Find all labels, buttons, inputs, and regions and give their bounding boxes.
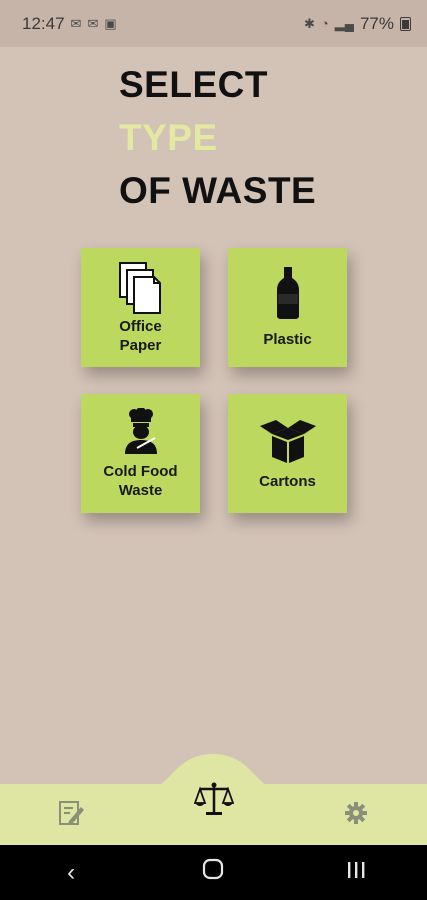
tile-label-line: Cartons (259, 473, 316, 490)
status-left: 12:47 ✉ ✉ ▣ (22, 14, 117, 34)
paper-stack-icon (118, 261, 161, 314)
signal-icon: ▂▄ (334, 15, 354, 31)
bluetooth-icon: ✱ (303, 15, 315, 31)
box-icon (259, 420, 316, 463)
battery-icon (400, 16, 411, 31)
gmail-icon-2: ✉ (87, 15, 99, 31)
tile-label: Office Paper (119, 317, 162, 355)
tile-label-line: Office (119, 317, 162, 335)
page-title: SELECT TYPE OF WASTE (119, 58, 316, 217)
title-line-select: SELECT (119, 64, 268, 105)
scale-icon[interactable] (194, 781, 234, 817)
chef-icon (124, 407, 157, 454)
plastic-bottle-icon (276, 267, 299, 319)
title-line-of-waste: OF WASTE (119, 170, 317, 211)
tile-cartons[interactable]: Cartons (228, 394, 347, 513)
recents-icon (347, 861, 365, 878)
image-icon: ▣ (104, 15, 117, 31)
tile-plastic[interactable]: Plastic (228, 248, 347, 367)
tile-label-line: Plastic (263, 331, 312, 348)
status-bar: 12:47 ✉ ✉ ▣ ✱ ◔ ▂▄ 77% (0, 0, 427, 47)
tile-label-line: Paper (119, 336, 162, 354)
status-time: 12:47 (22, 13, 65, 33)
tile-label: Cartons (259, 472, 316, 491)
tile-label: Plastic (263, 330, 311, 349)
gear-icon[interactable] (344, 801, 368, 825)
system-nav-bar: ‹ (0, 845, 427, 900)
title-line-type: TYPE (119, 117, 218, 158)
tile-label: Cold Food Waste (103, 462, 177, 500)
wifi-icon: ◔ (320, 16, 329, 31)
edit-note-icon[interactable] (57, 799, 85, 827)
tile-office-paper[interactable]: Office Paper (81, 248, 200, 367)
back-button[interactable]: ‹ (51, 859, 91, 887)
home-button[interactable] (193, 858, 233, 887)
home-icon (203, 858, 224, 880)
tile-label-line: Waste (118, 481, 163, 499)
status-right: ✱ ◔ ▂▄ 77% (304, 14, 411, 34)
tile-cold-food-waste[interactable]: Cold Food Waste (81, 394, 200, 513)
recents-button[interactable] (336, 859, 376, 887)
gmail-icon: ✉ (70, 15, 82, 31)
battery-percent: 77% (359, 13, 394, 33)
tile-label-line: Cold Food (103, 462, 178, 480)
